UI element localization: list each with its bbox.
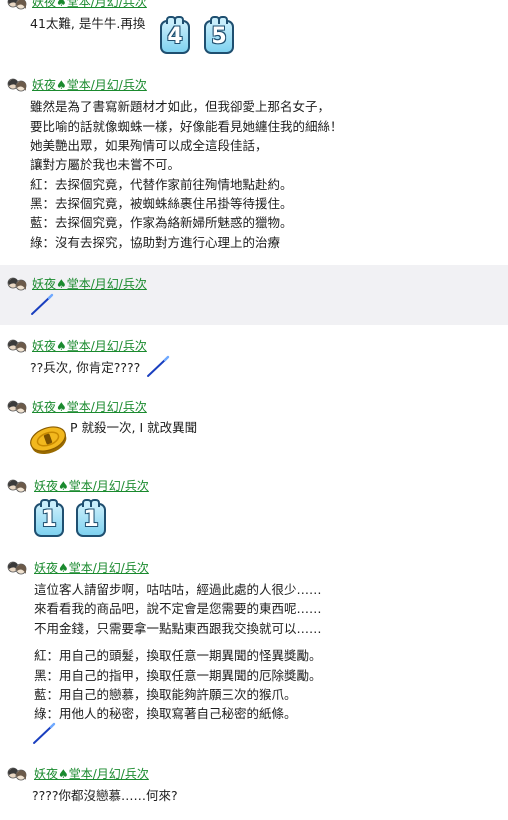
author-name[interactable]: 妖夜♠堂本/月幻/兵次: [34, 767, 149, 781]
message-line: 她美艷出眾，如果殉情可以成全這段佳話，: [30, 138, 268, 153]
dice-tile-5: 5: [204, 16, 234, 54]
author-name[interactable]: 妖夜♠堂本/月幻/兵次: [32, 400, 147, 414]
highlighted-post-background: [0, 265, 508, 325]
dice-tile-1: 1: [34, 499, 64, 537]
message-line: P 就殺一次, I 就改異聞: [70, 420, 198, 435]
message-line: 不用金錢，只需要拿一點點東西跟我交換就可以……: [34, 621, 322, 636]
message-line: 紅：用自己的頭髮，換取任意一期異聞的怪異獎勵。: [34, 648, 322, 663]
author-name[interactable]: 妖夜♠堂本/月幻/兵次: [32, 339, 147, 353]
author-name[interactable]: 妖夜♠堂本/月幻/兵次: [34, 479, 149, 493]
message-line: 紅：去探個究竟，代替作家前往殉情地點赴約。: [30, 177, 293, 192]
message-line: 綠：沒有去探究，協助對方進行心理上的治療: [30, 235, 281, 250]
message-line: 綠：用他人的秘密，換取寫著自己秘密的紙條。: [34, 706, 297, 721]
message-line: 雖然是為了書寫新題材才如此，但我卻愛上那名女子，: [30, 99, 331, 114]
dice-tile-1: 1: [76, 499, 106, 537]
dice-tile-4: 4: [160, 16, 190, 54]
message-line: 黑：去探個究竟，被蜘蛛絲裹住吊掛等待援住。: [30, 196, 293, 211]
avatar-icon: [7, 561, 27, 575]
billiard-cue-icon: [32, 722, 56, 745]
avatar-icon: [7, 78, 27, 92]
avatar-icon: [7, 479, 27, 493]
avatar-icon: [7, 767, 27, 781]
message-line: ????你都沒戀慕……何來?: [32, 788, 178, 803]
gold-coin-icon: [30, 426, 67, 455]
message-line: 藍：去探個究竟，作家為絡新婦所魅惑的獵物。: [30, 215, 293, 230]
message-line: 這位客人請留步啊，咕咕咕，經過此處的人很少……: [34, 582, 322, 597]
message-line: 黑：用自己的指甲，換取任意一期異聞的厄除獎勵。: [34, 668, 322, 683]
avatar-icon: [7, 400, 27, 414]
message-line: 讓對方屬於我也未嘗不可。: [30, 157, 181, 172]
avatar-icon: [7, 277, 27, 291]
billiard-cue-icon: [30, 293, 54, 316]
message-line: 藍：用自己的戀慕，換取能夠許願三次的猴爪。: [34, 687, 297, 702]
billiard-cue-icon: [146, 355, 170, 378]
author-name[interactable]: 妖夜♠堂本/月幻/兵次: [32, 277, 147, 291]
message-line: 要比喻的話就像蜘蛛一樣，好像能看見她纏住我的細絲！: [30, 119, 343, 134]
avatar-icon: [7, 0, 27, 10]
avatar-icon: [7, 339, 27, 353]
author-name[interactable]: 妖夜♠堂本/月幻/兵次: [34, 561, 149, 575]
author-name[interactable]: 妖夜♠堂本/月幻/兵次: [32, 78, 147, 92]
author-name[interactable]: 妖夜♠堂本/月幻/兵次: [32, 0, 147, 9]
message-line: 41太難, 是牛牛.再換: [30, 16, 146, 31]
message-line: ??兵次, 你肯定????: [30, 360, 141, 375]
message-line: 來看看我的商品吧，說不定會是您需要的東西呢……: [34, 601, 322, 616]
